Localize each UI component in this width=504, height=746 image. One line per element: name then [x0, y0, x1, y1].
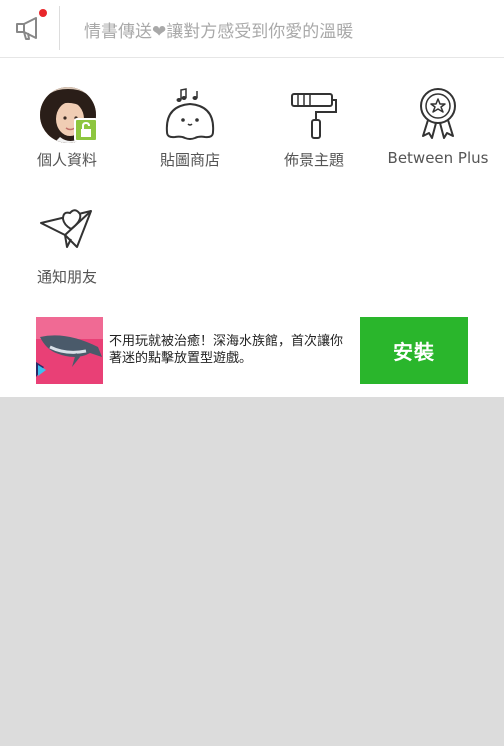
announcement-bar[interactable]: 情書傳送❤讓對方感受到你愛的溫暖 [0, 0, 504, 58]
divider [59, 6, 60, 50]
ad-thumbnail[interactable] [36, 317, 103, 384]
menu-label-themes: 佈景主題 [283, 151, 344, 169]
paint-roller-icon [286, 90, 342, 144]
menu-item-themes[interactable]: 佈景主題 [259, 84, 369, 174]
install-button[interactable]: 安裝 [360, 317, 468, 384]
announcement-text: 情書傳送❤讓對方感受到你愛的溫暖 [84, 22, 354, 42]
menu-item-sticker-shop[interactable]: 貼圖商店 [135, 84, 245, 174]
lock-icon [74, 118, 98, 142]
menu-label-between-plus: Between Plus [387, 149, 489, 167]
more-panel: 情書傳送❤讓對方感受到你愛的溫暖 個人資料 貼圖商店 佈景主題 Between … [0, 0, 504, 397]
paper-plane-heart-icon [39, 207, 95, 255]
menu-item-between-plus[interactable]: Between Plus [383, 84, 493, 174]
award-badge-icon [415, 86, 461, 144]
notification-dot [39, 9, 47, 17]
menu-label-invite-friends: 通知朋友 [36, 268, 97, 286]
sticker-shop-icon [161, 86, 219, 146]
ad-description: 不用玩就被治癒！深海水族館，首次讓你著迷的點擊放置型遊戲。 [109, 334, 344, 366]
menu-label-profile: 個人資料 [36, 151, 97, 169]
menu-item-invite-friends[interactable]: 通知朋友 [12, 205, 122, 286]
ad-banner[interactable]: 不用玩就被治癒！深海水族館，首次讓你著迷的點擊放置型遊戲。 安裝 [36, 317, 468, 384]
megaphone-icon [14, 14, 46, 42]
menu-label-sticker-shop: 貼圖商店 [159, 151, 220, 169]
